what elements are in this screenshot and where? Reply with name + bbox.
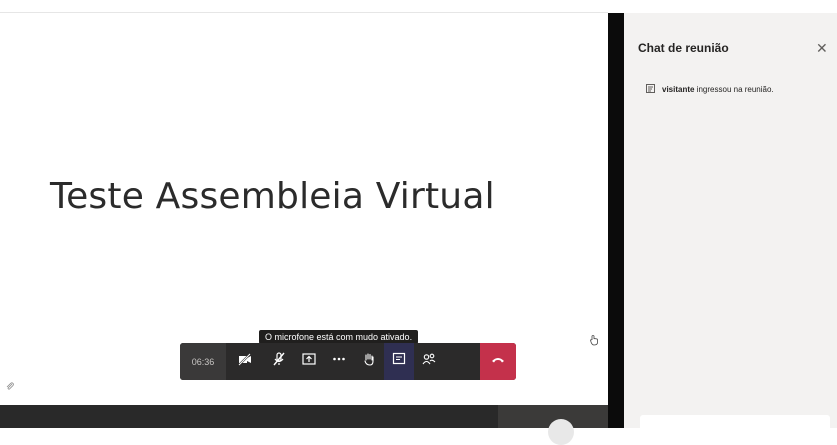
mic-button[interactable] [264,343,294,380]
panel-divider [608,13,624,428]
slide-title: Teste Assembleia Virtual [50,176,495,217]
call-timer: 06:36 [180,343,226,380]
attachment-icon [5,378,15,390]
ellipsis-icon [331,351,347,372]
phone-hangup-icon [490,351,506,372]
chat-compose-box[interactable] [640,415,830,441]
close-icon[interactable]: ✕ [816,40,828,57]
participants-button[interactable] [414,343,444,380]
chat-panel-title: Chat de reunião [638,41,729,55]
system-message: visitante ingressou na reunião. [646,84,774,94]
hand-icon [361,351,377,372]
camera-off-button[interactable] [226,343,264,380]
camera-off-icon [237,351,253,372]
mic-off-icon [271,351,287,372]
mic-tooltip: O microfone está com mudo ativado. [259,330,419,344]
more-actions-button[interactable] [324,343,354,380]
hang-up-button[interactable] [480,343,516,380]
system-message-text: ingressou na reunião. [696,84,774,94]
avatar [548,419,574,445]
chat-icon [391,351,407,372]
chat-button[interactable] [384,343,414,380]
share-icon [301,351,317,372]
people-icon [421,351,437,372]
chat-panel: Chat de reunião ✕ visitante ingressou na… [624,13,837,441]
join-icon [646,84,656,94]
raise-hand-button[interactable] [354,343,384,380]
call-controls-toolbar: 06:36 [180,343,516,380]
share-button[interactable] [294,343,324,380]
hand-pointer-icon [589,333,599,346]
system-message-user: visitante [662,84,695,94]
